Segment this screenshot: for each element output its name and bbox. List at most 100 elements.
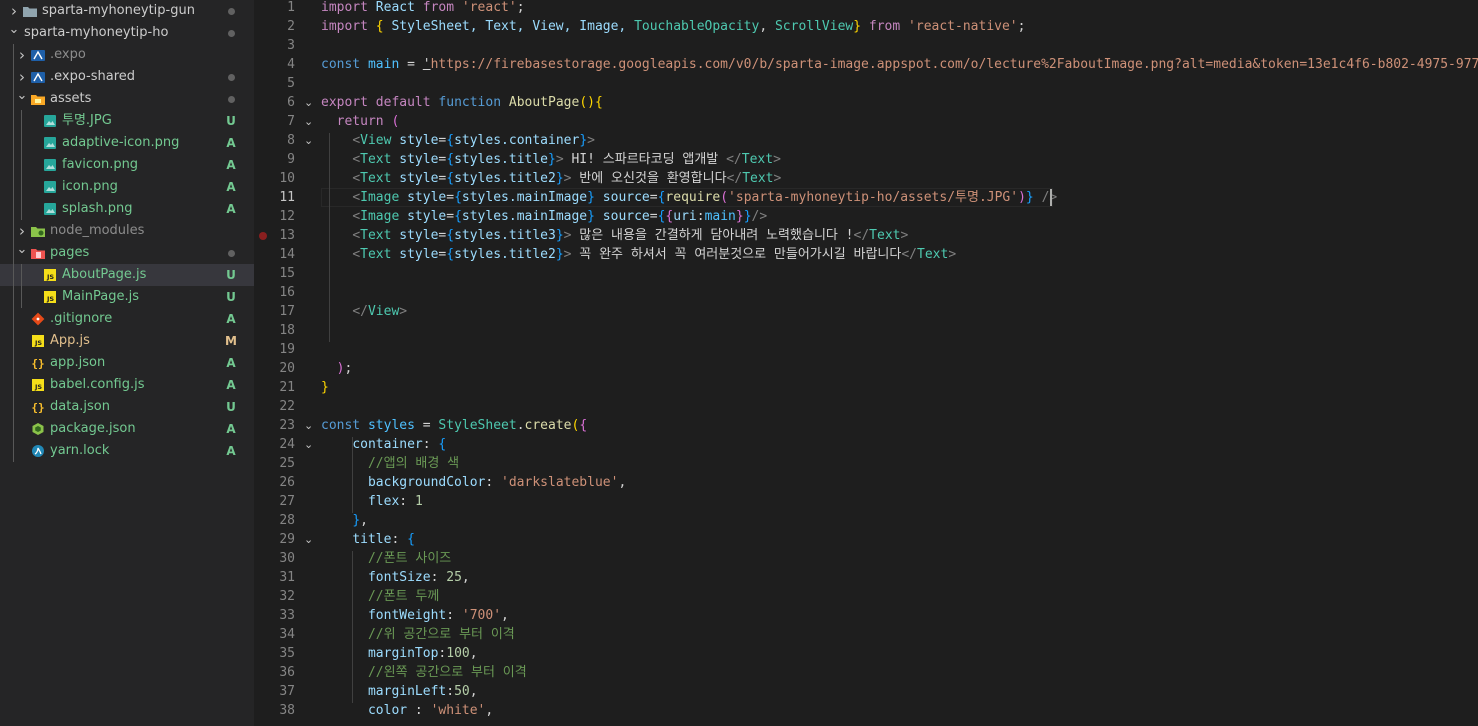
fold-chevron-icon[interactable]: ⌄	[304, 530, 313, 549]
tree-item[interactable]: yarn.lock A	[0, 440, 254, 462]
tree-item[interactable]: {} app.json A	[0, 352, 254, 374]
chevron-down-icon[interactable]: ⌄	[6, 19, 22, 41]
code-line[interactable]: 23 ⌄ const styles = StyleSheet.create({	[254, 416, 1478, 435]
js-file-icon: JS	[30, 378, 46, 392]
code-token: return	[336, 114, 384, 129]
code-line[interactable]: 26 backgroundColor: 'darkslateblue',	[254, 473, 1478, 492]
code-line[interactable]: 19	[254, 340, 1478, 359]
tree-item[interactable]: ⌄ pages	[0, 242, 254, 264]
code-line[interactable]: 28 },	[254, 511, 1478, 530]
tree-item[interactable]: adaptive-icon.png A	[0, 132, 254, 154]
code-line[interactable]: 29 ⌄ title: {	[254, 530, 1478, 549]
svg-text:{}: {}	[31, 357, 44, 370]
code-line[interactable]: 18	[254, 321, 1478, 340]
code-line[interactable]: 11 <Image style={styles.mainImage} sourc…	[254, 188, 1478, 207]
code-line[interactable]: 22	[254, 397, 1478, 416]
code-token: =	[649, 190, 658, 205]
code-line[interactable]: 34 //위 공간으로 부터 이격	[254, 625, 1478, 644]
code-line[interactable]: 21}	[254, 378, 1478, 397]
code-line[interactable]: 4 const main = 'https://firebasestorage.g…	[254, 55, 1478, 74]
code-editor[interactable]: 1 import React from 'react'; 2 import { Sty…	[254, 0, 1478, 726]
code-line[interactable]: 5	[254, 74, 1478, 93]
tree-item[interactable]: ⌄ assets	[0, 88, 254, 110]
tree-item[interactable]: › .expo	[0, 44, 254, 66]
tree-item[interactable]: ⌄ sparta-myhoneytip-ho	[0, 22, 254, 44]
code-line[interactable]: 27 flex: 1	[254, 492, 1478, 511]
tree-item[interactable]: icon.png A	[0, 176, 254, 198]
fold-chevron-icon[interactable]: ⌄	[304, 416, 313, 435]
chevron-down-icon[interactable]: ⌄	[14, 239, 30, 261]
code-token: {	[446, 152, 455, 167]
code-line[interactable]: 14 <Text style={styles.title2}> 꼭 완주 하셔서…	[254, 245, 1478, 264]
code-line[interactable]: 3	[254, 36, 1478, 55]
tree-item[interactable]: › sparta-myhoneytip-gun	[0, 0, 254, 22]
code-line[interactable]: 20 );	[254, 359, 1478, 378]
code-line[interactable]: 33 fontWeight: '700',	[254, 606, 1478, 625]
tree-item[interactable]: JS MainPage.js U	[0, 286, 254, 308]
code-token: >	[587, 133, 595, 148]
fold-chevron-icon[interactable]: ⌄	[304, 435, 313, 454]
code-line[interactable]: 32 //폰트 두께	[254, 587, 1478, 606]
code-line[interactable]: 16	[254, 283, 1478, 302]
tree-item[interactable]: › .expo-shared	[0, 66, 254, 88]
code-line[interactable]: 10 <Text style={styles.title2}> 반에 오신것을 …	[254, 169, 1478, 188]
code-line[interactable]: 8 ⌄ <View style={styles.container}>	[254, 131, 1478, 150]
code-line[interactable]: 38 color : 'white',	[254, 701, 1478, 720]
code-line[interactable]: 24 ⌄ container: {	[254, 435, 1478, 454]
code-line[interactable]: 30 //폰트 사이즈	[254, 549, 1478, 568]
code-line[interactable]: 35 marginTop:100,	[254, 644, 1478, 663]
code-line[interactable]: 7 ⌄ return (	[254, 112, 1478, 131]
tree-item[interactable]: JS App.js M	[0, 330, 254, 352]
tree-item-label: app.json	[50, 355, 106, 370]
code-text: //위 공간으로 부터 이격	[321, 625, 515, 644]
indent-guide	[13, 308, 14, 330]
git-file-icon	[30, 312, 46, 326]
code-line[interactable]: 6 ⌄ export default function AboutPage(){	[254, 93, 1478, 112]
tree-item[interactable]: {} data.json U	[0, 396, 254, 418]
line-number: 16	[279, 285, 295, 300]
code-line[interactable]: 36 //왼쪽 공간으로 부터 이격	[254, 663, 1478, 682]
tree-item[interactable]: splash.png A	[0, 198, 254, 220]
tree-item[interactable]: .gitignore A	[0, 308, 254, 330]
code-line[interactable]: 2 import { StyleSheet, Text, View, Image,…	[254, 17, 1478, 36]
code-line[interactable]: 1 import React from 'react';	[254, 0, 1478, 17]
chevron-right-icon[interactable]: ›	[14, 44, 30, 66]
indent-guide	[13, 352, 14, 374]
fold-chevron-icon[interactable]: ⌄	[304, 131, 313, 150]
code-line[interactable]: 17 </View>	[254, 302, 1478, 321]
code-text: );	[321, 359, 353, 378]
code-line[interactable]: 37 marginLeft:50,	[254, 682, 1478, 701]
tree-item[interactable]: package.json A	[0, 418, 254, 440]
code-token: </	[726, 152, 742, 167]
indent-guide	[13, 176, 14, 198]
chevron-down-icon[interactable]: ⌄	[14, 85, 30, 107]
code-token: <	[352, 133, 361, 148]
code-token: container	[352, 437, 423, 452]
code-line[interactable]: 12 <Image style={styles.mainImage} sourc…	[254, 207, 1478, 226]
tree-item-label: babel.config.js	[50, 377, 145, 392]
fold-chevron-icon[interactable]: ⌄	[304, 93, 313, 112]
code-token: }	[587, 190, 595, 205]
code-line[interactable]: 9 <Text style={styles.title}> HI! 스파르타코딩…	[254, 150, 1478, 169]
code-token: 'react-native'	[908, 19, 1018, 34]
code-token: (	[720, 190, 729, 205]
tree-item[interactable]: › node_modules	[0, 220, 254, 242]
tree-item[interactable]: JS AboutPage.js U	[0, 264, 254, 286]
code-line[interactable]: 15	[254, 264, 1478, 283]
code-line[interactable]: 13 <Text style={styles.title3}> 많은 내용을 간…	[254, 226, 1478, 245]
code-line[interactable]: 25 //앱의 배경 색	[254, 454, 1478, 473]
code-token: from	[868, 19, 901, 34]
code-token: Text	[741, 152, 774, 167]
code-token: <	[352, 209, 361, 224]
code-line[interactable]: 31 fontSize: 25,	[254, 568, 1478, 587]
tree-item[interactable]: 투명.JPG U	[0, 110, 254, 132]
fold-chevron-icon[interactable]: ⌄	[304, 112, 313, 131]
indent-guide	[21, 198, 22, 220]
tree-item[interactable]: favicon.png A	[0, 154, 254, 176]
code-indent-guide	[352, 551, 353, 703]
tree-item[interactable]: JS babel.config.js A	[0, 374, 254, 396]
